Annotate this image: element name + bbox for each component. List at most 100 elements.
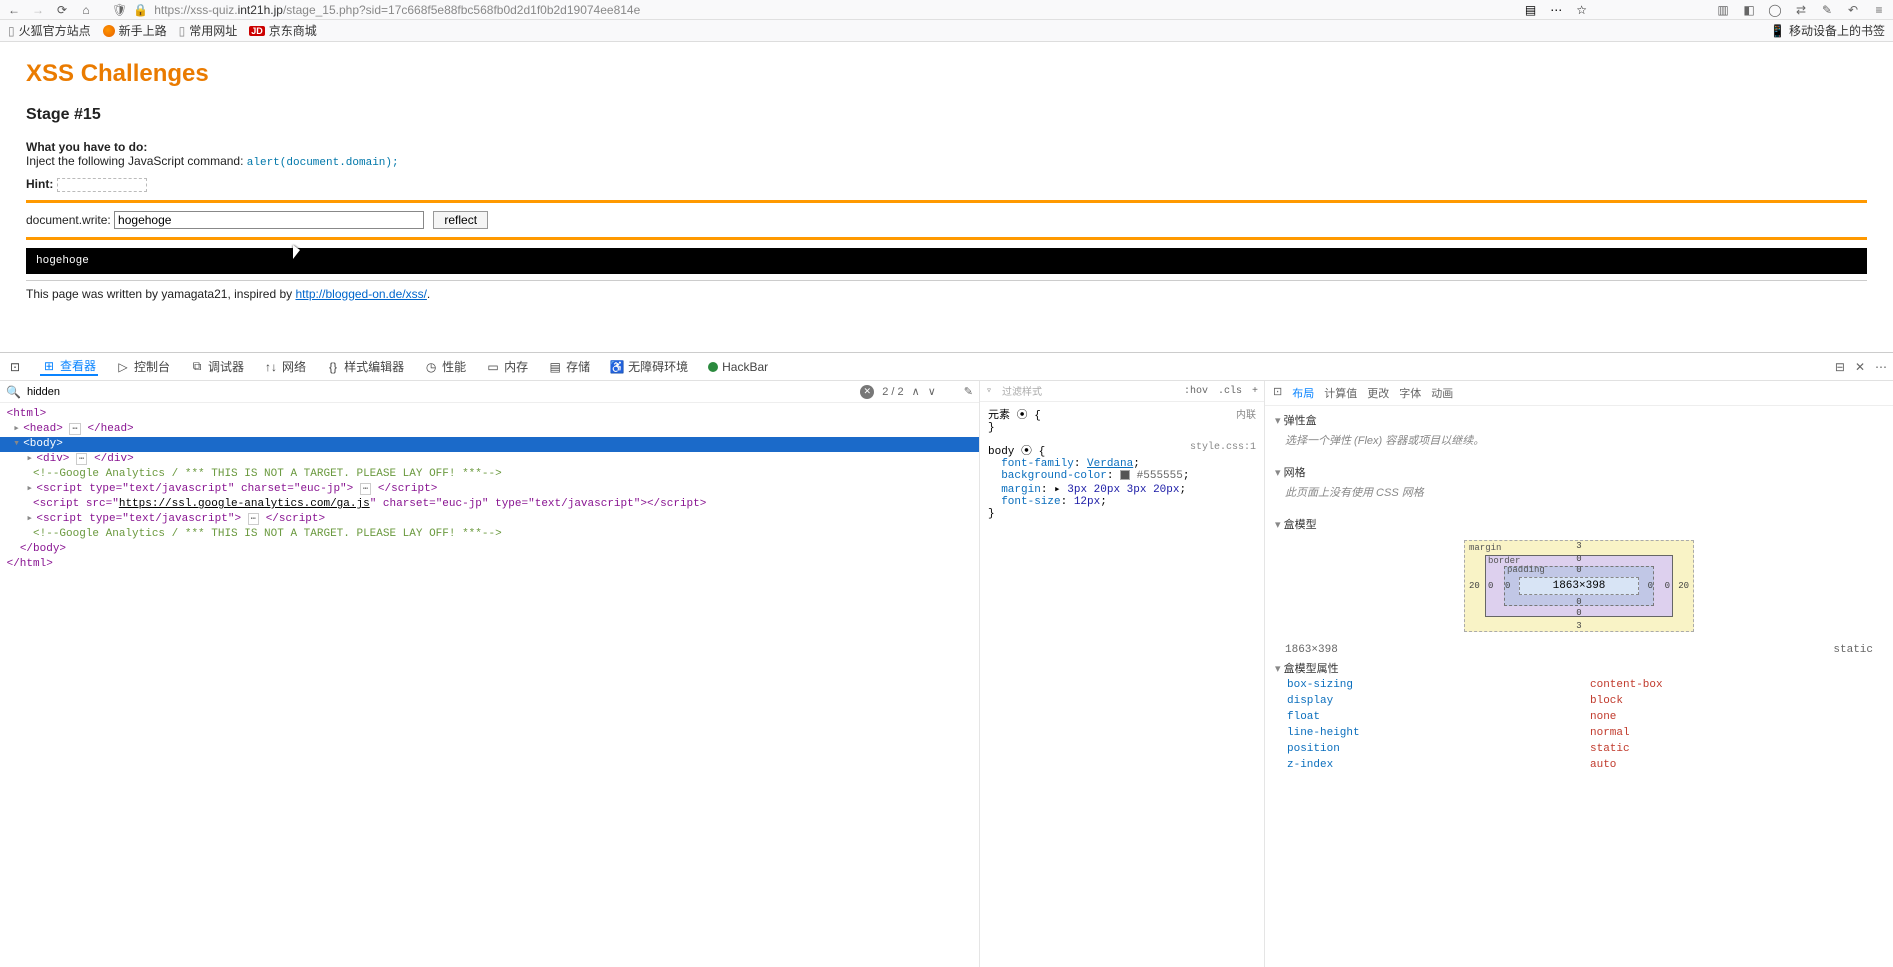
funnel-icon[interactable]: ▿ [986,385,992,397]
bookmark-common-sites[interactable]: ▯常用网址 [179,22,238,39]
box-model-diagram[interactable]: margin 3 3 20 20 border 0 0 0 0 paddin [1464,540,1694,632]
highlight-icon[interactable]: ✎ [964,385,973,398]
folder-icon: ▯ [8,24,15,38]
bookmark-jd[interactable]: JD京东商城 [249,22,317,39]
subtab-anim[interactable]: 动画 [1431,385,1453,401]
flex-header[interactable]: 弹性盒 [1275,412,1883,428]
dom-search-input[interactable] [27,386,854,398]
table-row: line-heightnormal [1277,726,1881,740]
home-button[interactable]: ⌂ [78,2,94,18]
devtools-dock-icon[interactable]: ⊟ [1835,360,1845,374]
bookmark-star-icon[interactable]: ☆ [1576,3,1587,17]
document-write-input[interactable] [114,211,424,229]
dims-line: 1863×398 static [1275,640,1883,660]
tab-hackbar[interactable]: HackBar [706,360,770,374]
reflect-button[interactable]: reflect [433,211,488,229]
filter-placeholder[interactable]: 过滤样式 [1002,383,1042,399]
url-bar[interactable]: 🛡 🔒 https://xss-quiz.int21h.jp/stage_15.… [112,3,1507,17]
devtools-window-controls: ⊟ ✕ ⋯ [1835,360,1887,374]
devtools-panel: ⊡ ⊞查看器 ▷控制台 ⧉调试器 ↑↓网络 {}样式编辑器 ◷性能 ▭内存 ▤存… [0,352,1893,967]
footer-suffix: . [427,287,430,301]
form-line: document.write: reflect [26,211,1867,229]
hackbar-icon [708,362,718,372]
todo-text: Inject the following JavaScript command: [26,154,247,168]
page-title: XSS Challenges [26,60,1867,88]
tab-debugger[interactable]: ⧉调试器 [188,358,246,375]
folder-icon: ▯ [179,24,186,38]
stage-heading: Stage #15 [26,106,1867,124]
search-clear-icon[interactable]: ✕ [860,385,874,399]
search-prev-icon[interactable]: ∧ [912,385,920,398]
table-row: positionstatic [1277,742,1881,756]
subtab-layout[interactable]: 布局 [1292,385,1314,401]
inspector-picker-icon[interactable]: ⊡ [6,360,24,374]
hov-toggle[interactable]: :hov [1184,386,1208,397]
tab-network[interactable]: ↑↓网络 [262,358,308,375]
tab-console[interactable]: ▷控制台 [114,358,172,375]
dom-search-bar: 🔍 ✕ 2 / 2 ∧ ∨ ✎ [0,381,979,403]
hint-box[interactable] [57,178,147,192]
menu-icon[interactable]: ≡ [1871,3,1887,17]
grid-header[interactable]: 网格 [1275,464,1883,480]
flex-msg: 选择一个弹性 (Flex) 容器或项目以继续。 [1275,432,1883,448]
back-button[interactable]: ← [6,2,22,18]
cls-toggle[interactable]: .cls [1218,386,1242,397]
layout-panel: ⊡ 布局 计算值 更改 字体 动画 弹性盒 选择一个弹性 (Flex) 容器或项… [1265,381,1893,967]
tab-a11y[interactable]: ♿无障碍环境 [608,358,690,375]
footer-line: This page was written by yamagata21, ins… [26,280,1867,301]
styles-body-rule[interactable]: style.css:1 body ⦿ { font-family: Verdan… [980,438,1264,524]
firefox-icon [103,25,115,37]
search-next-icon[interactable]: ∨ [928,385,936,398]
selector: body [988,446,1014,458]
grid-msg: 此页面上没有使用 CSS 网格 [1275,484,1883,500]
tab-inspector[interactable]: ⊞查看器 [40,357,98,376]
table-row: z-indexauto [1277,758,1881,772]
divider [26,200,1867,203]
bookmark-mobile[interactable]: 📱移动设备上的书签 [1770,22,1885,39]
subtab-fonts[interactable]: 字体 [1399,385,1421,401]
flex-section: 弹性盒 选择一个弹性 (Flex) 容器或项目以继续。 [1265,406,1893,458]
table-row: floatnone [1277,710,1881,724]
tab-storage[interactable]: ▤存储 [546,358,592,375]
style-src[interactable]: style.css:1 [1190,442,1256,453]
bookmark-firefox-official[interactable]: ▯火狐官方站点 [8,22,91,39]
layout-tool-icon[interactable]: ⊡ [1273,385,1282,401]
box-props-header[interactable]: 盒模型属性 [1275,660,1883,676]
sync-icon[interactable]: ⇄ [1793,3,1809,17]
tab-style-editor[interactable]: {}样式编辑器 [324,358,406,375]
subtab-changes[interactable]: 更改 [1367,385,1389,401]
page-actions-icon[interactable]: ⋯ [1550,3,1562,17]
boxmodel-header[interactable]: 盒模型 [1275,516,1883,532]
tab-memory[interactable]: ▭内存 [484,358,530,375]
devtools-close-icon[interactable]: ✕ [1855,360,1865,374]
sidebar-icon[interactable]: ◧ [1741,3,1757,17]
styles-panel: ▿ 过滤样式 :hov .cls + 内联 元素 ⦿ {} style.css:… [980,381,1265,967]
footer-link[interactable]: http://blogged-on.de/xss/ [295,287,426,301]
tab-performance[interactable]: ◷性能 [422,358,468,375]
devtools-tabs: ⊡ ⊞查看器 ▷控制台 ⧉调试器 ↑↓网络 {}样式编辑器 ◷性能 ▭内存 ▤存… [0,353,1893,381]
devtools-more-icon[interactable]: ⋯ [1875,360,1887,374]
styles-element-rule[interactable]: 内联 元素 ⦿ {} [980,402,1264,438]
output-block: hogehoge [26,248,1867,274]
add-rule-icon[interactable]: + [1252,386,1258,397]
hint-line: Hint: [26,177,1867,192]
account-icon[interactable]: ◯ [1767,3,1783,17]
notes-icon[interactable]: ✎ [1819,3,1835,17]
history-icon[interactable]: ↶ [1845,3,1861,17]
color-swatch[interactable] [1120,470,1130,480]
dom-selected-body: ▾<body> [0,437,979,452]
subtab-computed[interactable]: 计算值 [1324,385,1357,401]
forward-button[interactable]: → [30,2,46,18]
qr-icon[interactable]: ▤ [1525,3,1536,17]
bookmark-getting-started[interactable]: 新手上路 [103,22,167,39]
shield-icon: 🛡 [112,3,127,17]
lock-icon: ⦿ [1021,446,1032,458]
table-row: box-sizingcontent-box [1277,678,1881,692]
reload-button[interactable]: ⟳ [54,2,70,18]
url-text: https://xss-quiz.int21h.jp/stage_15.php?… [154,3,640,17]
lock-icon: 🔒 [133,3,148,17]
footer-pre: This page was written by yamagata21, ins… [26,287,295,301]
dom-tree[interactable]: <html> ▸<head> ⋯ </head> ▾<body> ▸<div> … [0,403,979,576]
library-icon[interactable]: ▥ [1715,3,1731,17]
dom-panel: 🔍 ✕ 2 / 2 ∧ ∨ ✎ <html> ▸<head> ⋯ </head>… [0,381,980,967]
